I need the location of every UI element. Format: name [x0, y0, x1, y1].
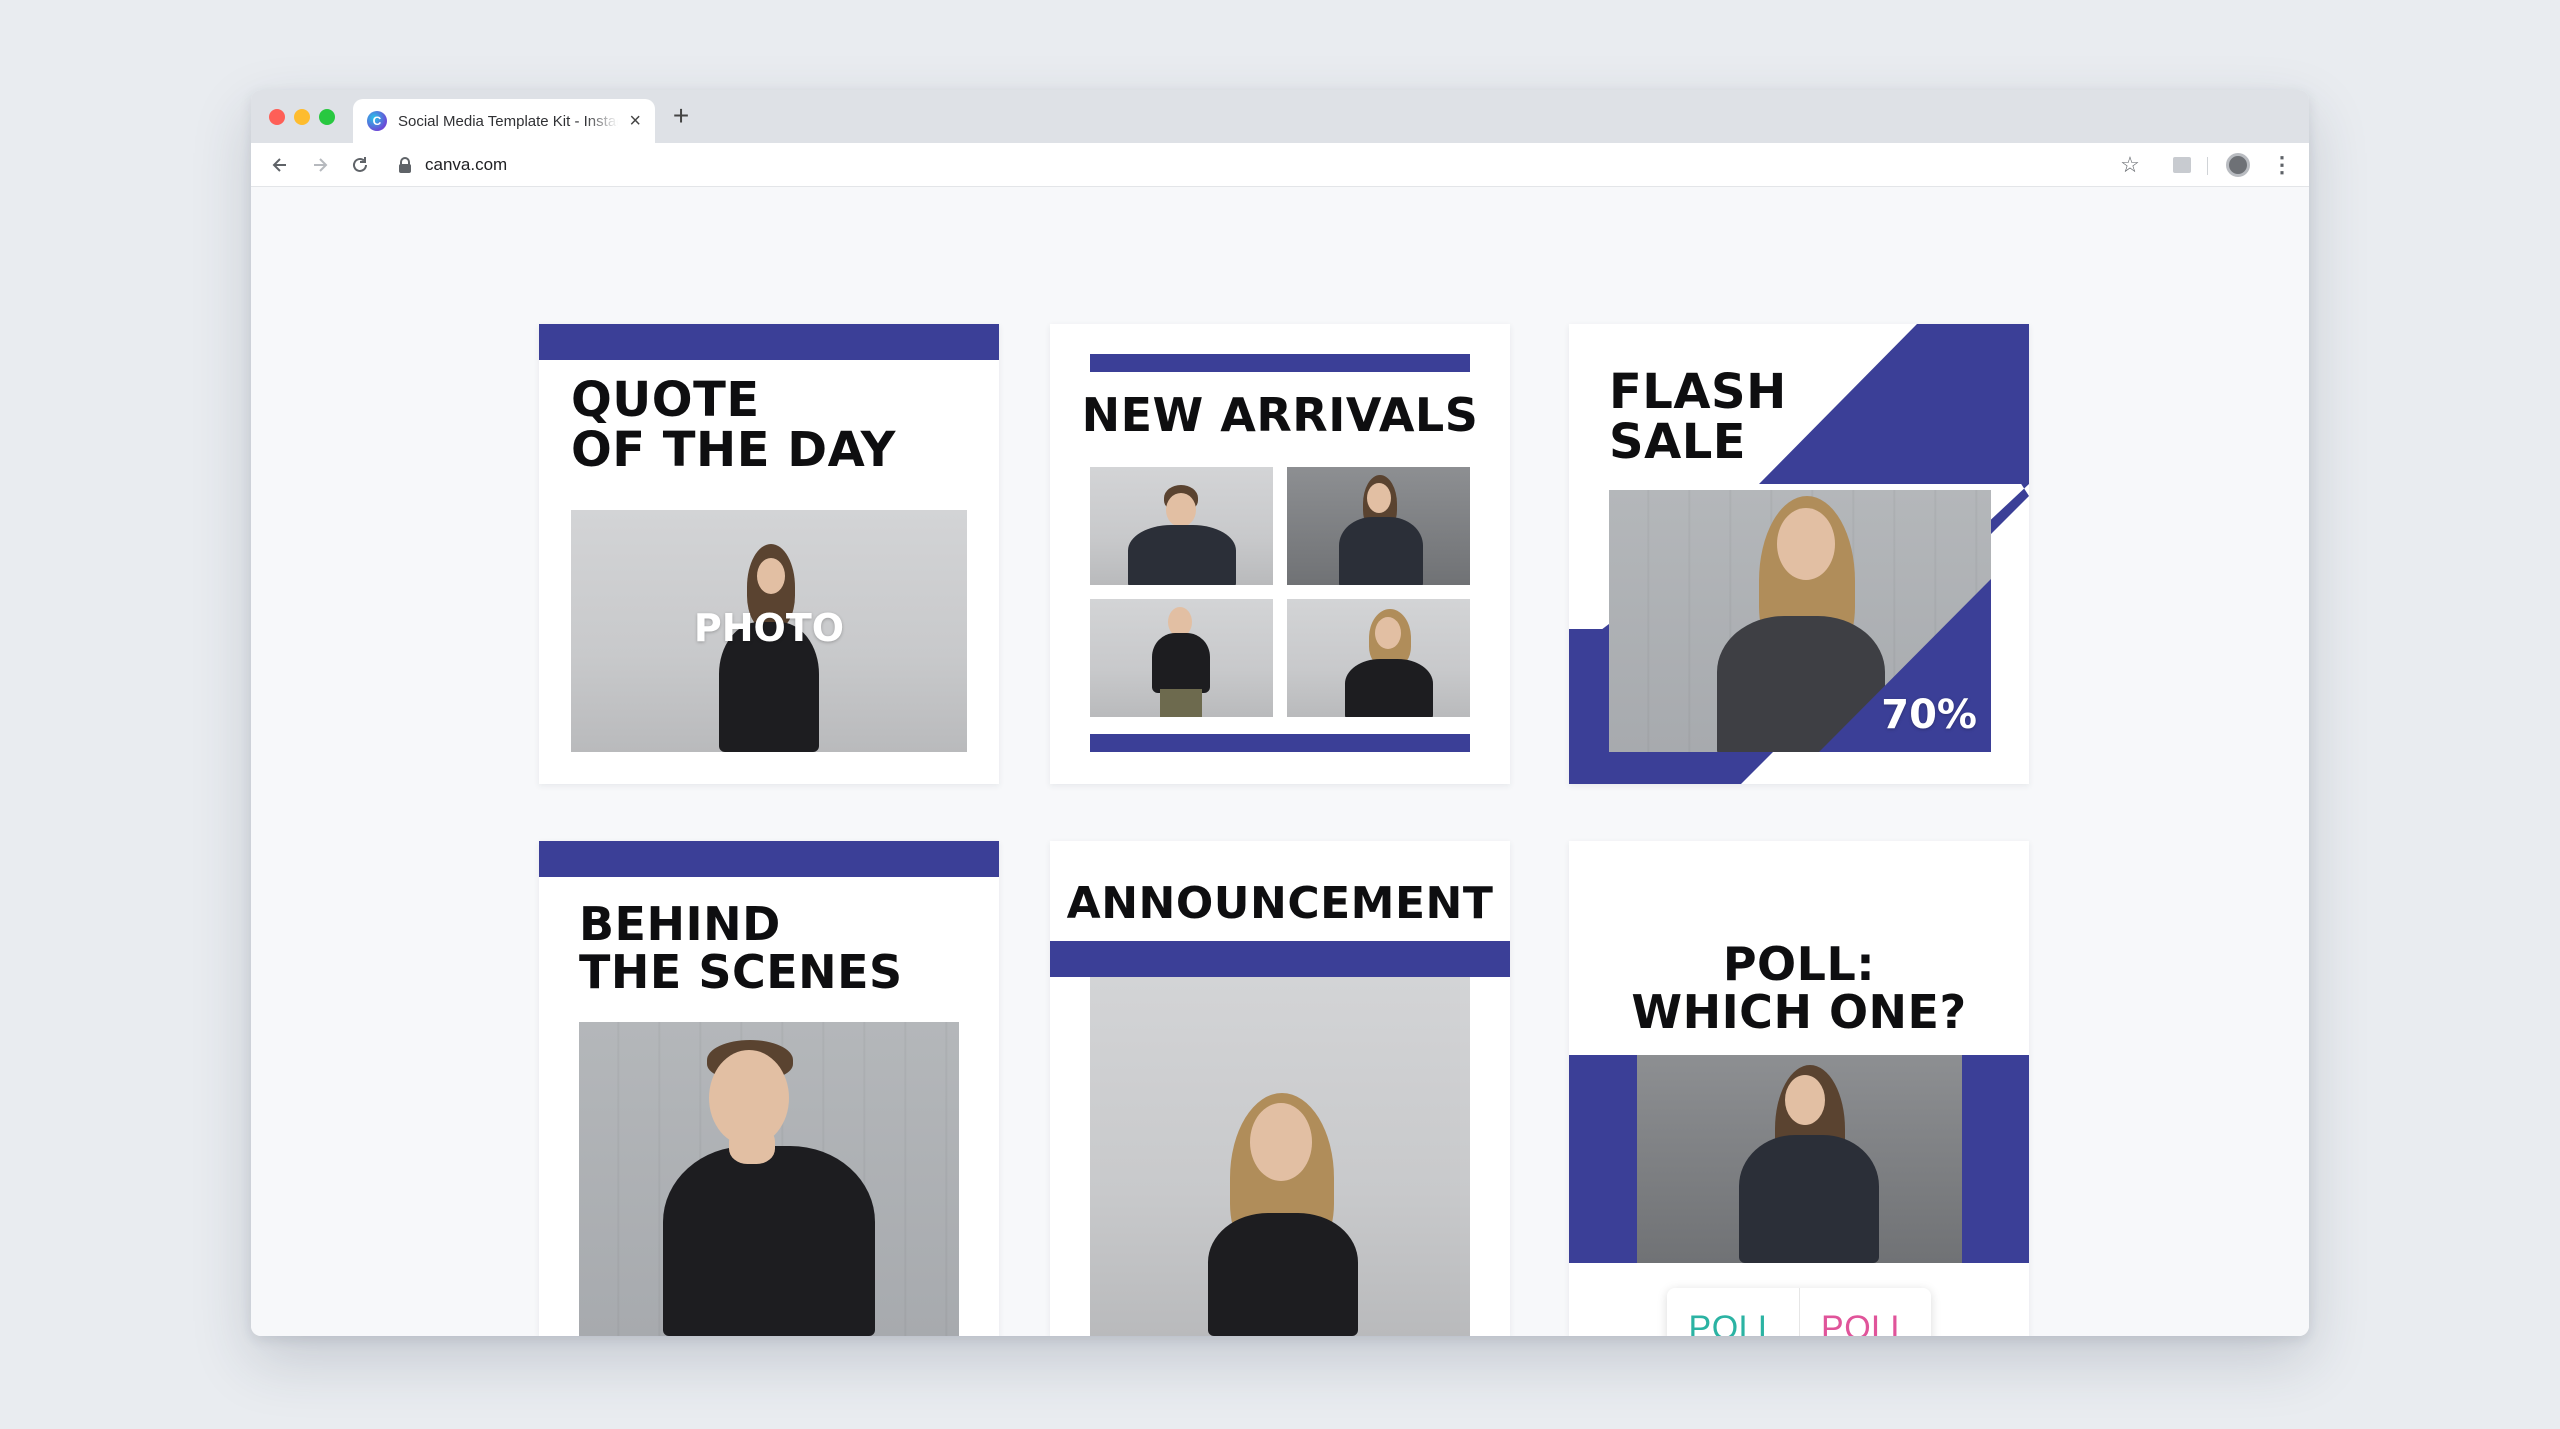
menu-dots-icon[interactable]: ⋮ — [2267, 150, 2297, 180]
lock-icon — [397, 157, 413, 173]
grid-photo — [1090, 599, 1273, 717]
template-photo — [579, 1022, 959, 1336]
browser-toolbar: canva.com ☆ ⋮ — [251, 143, 2309, 187]
tab-close-icon[interactable]: × — [629, 111, 641, 131]
navy-bar — [1090, 734, 1470, 752]
page-content: QUOTE OF THE DAY PHOTO NEW ARRIVALS FLAS… — [251, 187, 2309, 1336]
template-photo: PHOTO — [571, 510, 967, 752]
minimize-window-button[interactable] — [294, 109, 310, 125]
url-text: canva.com — [425, 155, 508, 174]
template-card-new-arrivals[interactable]: NEW ARRIVALS — [1050, 324, 1510, 784]
photo-placeholder-label: PHOTO — [693, 606, 845, 650]
toolbar-divider — [2207, 157, 2208, 175]
card-heading: BEHIND THE SCENES — [579, 897, 903, 999]
tab-title: Social Media Template Kit - Instagram — [398, 112, 618, 130]
reload-icon[interactable] — [345, 150, 375, 180]
poll-option-a[interactable]: POLL — [1667, 1288, 1799, 1337]
back-arrow-icon[interactable] — [265, 150, 295, 180]
forward-arrow-icon[interactable] — [305, 150, 335, 180]
navy-bar — [539, 324, 999, 360]
template-card-announcement[interactable]: ANNOUNCEMENT — [1050, 841, 1510, 1336]
template-card-quote[interactable]: QUOTE OF THE DAY PHOTO — [539, 324, 999, 784]
navy-bar — [539, 841, 999, 877]
new-tab-button[interactable]: + — [666, 100, 696, 131]
canva-favicon-icon: C — [367, 111, 387, 131]
card-heading: POLL: WHICH ONE? — [1631, 937, 1967, 1039]
active-tab[interactable]: C Social Media Template Kit - Instagram … — [353, 99, 655, 143]
profile-icon[interactable] — [2223, 150, 2253, 180]
poll-option-b[interactable]: POLL — [1799, 1288, 1931, 1336]
grid-photo — [1090, 467, 1273, 585]
template-card-flash-sale[interactable]: FLASH SALE 70% — [1569, 324, 2029, 784]
tab-strip: C Social Media Template Kit - Instagram … — [251, 90, 2309, 143]
discount-label: 70% — [1881, 692, 1977, 738]
card-heading: ANNOUNCEMENT — [1066, 878, 1494, 929]
template-photo — [1090, 977, 1470, 1336]
address-bar[interactable]: canva.com — [387, 149, 2287, 181]
card-heading: QUOTE OF THE DAY — [571, 372, 896, 478]
star-icon[interactable]: ☆ — [2115, 150, 2145, 180]
navy-bar — [1050, 941, 1510, 977]
maximize-window-button[interactable] — [319, 109, 335, 125]
grid-photo — [1287, 599, 1470, 717]
navy-bar — [1090, 354, 1470, 372]
template-card-poll[interactable]: POLL: WHICH ONE? POLL POLL — [1569, 841, 2029, 1336]
template-photo — [1637, 1055, 1962, 1263]
grid-photo — [1287, 467, 1470, 585]
extension-icon[interactable] — [2167, 150, 2197, 180]
close-window-button[interactable] — [269, 109, 285, 125]
template-card-behind-the-scenes[interactable]: BEHIND THE SCENES — [539, 841, 999, 1336]
poll-sticker: POLL POLL — [1667, 1288, 1931, 1336]
browser-window: C Social Media Template Kit - Instagram … — [251, 90, 2309, 1336]
card-heading: NEW ARRIVALS — [1081, 388, 1479, 442]
